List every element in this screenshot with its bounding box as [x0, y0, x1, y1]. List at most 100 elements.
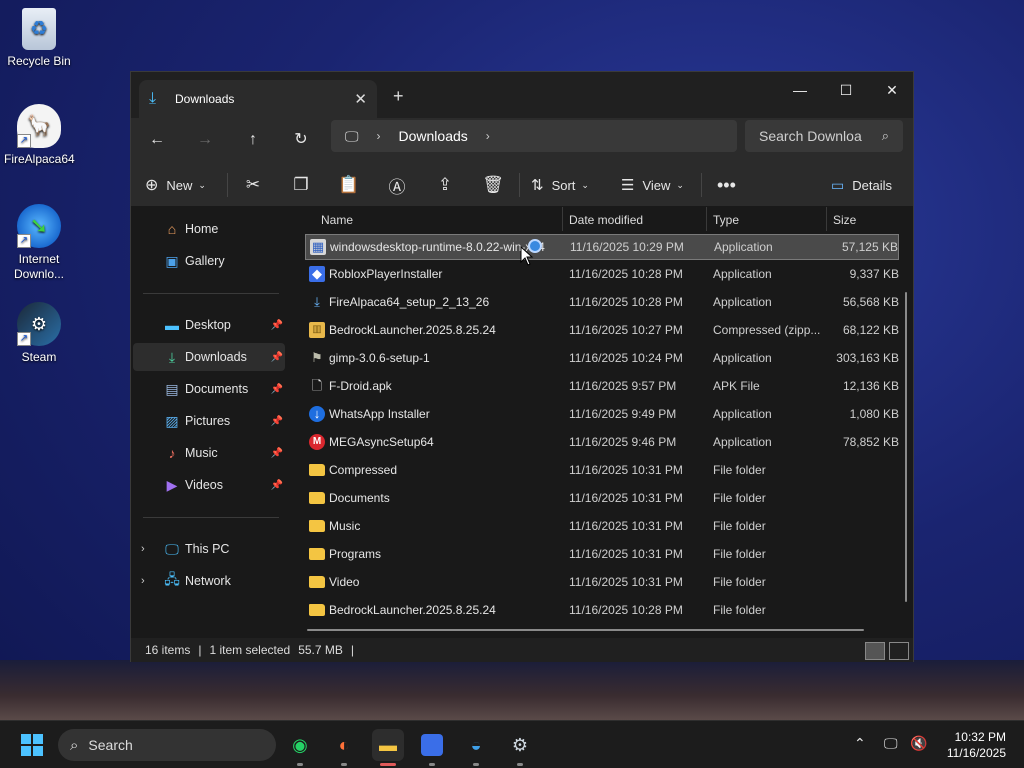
file-row[interactable]: 🗋 F-Droid.apk 11/16/2025 9:57 PM APK Fil… — [305, 374, 899, 400]
sort-button[interactable]: ⇅ Sort ⌄ — [531, 171, 589, 199]
column-header-type[interactable]: Type — [713, 213, 739, 227]
address-bar[interactable]: 🖵 › Downloads › — [331, 120, 737, 152]
whatsapp-installer-icon: ↓ — [309, 406, 325, 422]
paste-button[interactable]: 📋 — [333, 171, 365, 199]
taskbar-whatsapp[interactable]: ◉ — [284, 729, 316, 766]
show-hidden-icons-button[interactable]: ⌃ — [854, 735, 866, 752]
chevron-right-icon[interactable]: › — [486, 129, 490, 143]
file-row[interactable]: Documents 11/16/2025 10:31 PM File folde… — [305, 486, 899, 512]
file-row[interactable]: ▦ windowsdesktop-runtime-8.0.22-win-x64 … — [305, 234, 899, 260]
folder-icon — [309, 464, 325, 476]
taskbar-steam[interactable]: ⚙ — [504, 729, 536, 766]
navigation-pane: ⌂ Home ▣ Gallery ▬ Desktop 📌 ⤓ Downloads… — [131, 207, 289, 640]
vertical-scrollbar[interactable] — [905, 292, 907, 602]
more-options-button[interactable]: ••• — [717, 171, 736, 199]
horizontal-scrollbar[interactable] — [307, 629, 864, 631]
column-header-name[interactable]: Name — [321, 213, 353, 227]
videos-folder-icon: ▶ — [166, 476, 178, 493]
details-view-toggle[interactable] — [865, 642, 885, 660]
sidebar-item-this-pc[interactable]: › 🖵 This PC — [133, 535, 285, 563]
column-header-size[interactable]: Size — [833, 213, 856, 227]
column-header-date[interactable]: Date modified — [569, 213, 643, 227]
maximize-button[interactable]: ☐ — [823, 76, 869, 104]
file-row[interactable]: ⤓ FireAlpaca64_setup_2_13_26 11/16/2025 … — [305, 290, 899, 316]
forward-button[interactable]: → — [189, 126, 221, 154]
chevron-right-icon[interactable]: › — [141, 543, 145, 555]
details-pane-icon: ▭ — [831, 176, 845, 193]
sidebar-item-videos[interactable]: ▶ Videos 📌 — [133, 471, 285, 499]
taskbar-roblox[interactable] — [416, 729, 448, 766]
file-row[interactable]: Programs 11/16/2025 10:31 PM File folder — [305, 542, 899, 568]
selection-size: 55.7 MB — [298, 643, 343, 657]
file-row[interactable]: Compressed 11/16/2025 10:31 PM File fold… — [305, 458, 899, 484]
sidebar-item-pictures[interactable]: ▨ Pictures 📌 — [133, 407, 285, 435]
file-row[interactable]: ▥ BedrockLauncher.2025.8.25.24 11/16/202… — [305, 318, 899, 344]
share-button[interactable]: ⇪ — [429, 171, 461, 199]
network-status-icon[interactable]: 🖵 — [884, 735, 898, 752]
sort-icon: ⇅ — [531, 177, 544, 194]
sidebar-divider — [143, 517, 279, 518]
zip-folder-icon: ▥ — [309, 322, 325, 338]
file-row[interactable]: ↓ WhatsApp Installer 11/16/2025 9:49 PM … — [305, 402, 899, 428]
file-row[interactable]: ◆ RobloxPlayerInstaller 11/16/2025 10:28… — [305, 262, 899, 288]
view-button[interactable]: ☰ View ⌄ — [621, 171, 684, 199]
column-divider[interactable] — [562, 207, 563, 231]
internet-download-manager-icon: ➘ ↗ — [17, 204, 61, 248]
delete-button[interactable]: 🗑 — [477, 171, 509, 199]
details-button[interactable]: ▭ Details — [831, 171, 892, 199]
close-window-button[interactable]: ✕ — [869, 76, 915, 104]
desktop-icon-internet-download-manager[interactable]: ➘ ↗ Internet Downlo... — [4, 204, 74, 282]
copy-button[interactable]: ❐ — [285, 171, 317, 199]
breadcrumb-downloads[interactable]: Downloads — [399, 128, 468, 144]
folder-icon — [309, 492, 325, 504]
sidebar-item-desktop[interactable]: ▬ Desktop 📌 — [133, 311, 285, 339]
clipboard-icon: 📋 — [338, 175, 360, 194]
rename-button[interactable]: Ⓐ — [381, 171, 413, 199]
search-icon: ⌕ — [70, 736, 79, 754]
chevron-right-icon[interactable]: › — [141, 575, 145, 587]
volume-muted-icon[interactable]: 🔇 — [910, 735, 927, 752]
new-button[interactable]: ⊕ New ⌄ — [145, 171, 206, 199]
file-row[interactable]: BedrockLauncher.2025.8.25.24 11/16/2025 … — [305, 598, 899, 624]
refresh-button[interactable]: ↻ — [285, 126, 317, 154]
search-input[interactable]: Search Downloa ⌕ — [745, 120, 903, 152]
copy-icon: ❐ — [293, 175, 309, 194]
column-header-row: Name Date modified Type Size — [291, 207, 911, 233]
file-row[interactable]: Music 11/16/2025 10:31 PM File folder — [305, 514, 899, 540]
close-tab-icon[interactable]: ✕ — [354, 90, 367, 108]
taskbar-firefox[interactable]: ◐ — [328, 729, 360, 766]
back-button[interactable]: ← — [141, 126, 173, 154]
column-divider[interactable] — [826, 207, 827, 231]
desktop-icon-recycle-bin[interactable]: ♻ Recycle Bin — [4, 8, 74, 69]
sidebar-item-documents[interactable]: ▤ Documents 📌 — [133, 375, 285, 403]
column-divider[interactable] — [706, 207, 707, 231]
sidebar-item-gallery[interactable]: ▣ Gallery — [133, 247, 285, 275]
start-button[interactable] — [16, 729, 48, 761]
pin-icon: 📌 — [270, 479, 283, 491]
tiles-view-toggle[interactable] — [889, 642, 909, 660]
sidebar-item-network[interactable]: › 🖧 Network — [133, 567, 285, 595]
folder-icon — [309, 576, 325, 588]
sidebar-item-downloads[interactable]: ⤓ Downloads 📌 — [133, 343, 285, 371]
installer-icon: ▦ — [310, 239, 326, 255]
taskbar-file-explorer[interactable]: ▬ — [372, 729, 404, 766]
file-row[interactable]: ⚑ gimp-3.0.6-setup-1 11/16/2025 10:24 PM… — [305, 346, 899, 372]
toolbar-divider — [701, 173, 702, 197]
tab-downloads[interactable]: ⤓ Downloads ✕ — [139, 80, 377, 118]
sidebar-item-music[interactable]: ♪ Music 📌 — [133, 439, 285, 467]
gimp-icon: ⚑ — [311, 350, 323, 365]
desktop-icon-firealpaca[interactable]: 🦙 ↗ FireAlpaca64 — [4, 104, 75, 167]
sidebar-item-home[interactable]: ⌂ Home — [133, 215, 285, 243]
file-row[interactable]: M MEGAsyncSetup64 11/16/2025 9:46 PM App… — [305, 430, 899, 456]
new-tab-button[interactable]: + — [393, 86, 404, 107]
cut-button[interactable]: ✂ — [237, 171, 269, 199]
system-clock[interactable]: 10:32 PM 11/16/2025 — [947, 729, 1006, 761]
desktop-icon-steam[interactable]: ⚙ ↗ Steam — [4, 302, 74, 365]
up-button[interactable]: ↑ — [237, 126, 269, 154]
taskbar-search[interactable]: ⌕ Search — [58, 729, 276, 761]
folder-icon — [309, 604, 325, 616]
file-row[interactable]: Video 11/16/2025 10:31 PM File folder — [305, 570, 899, 596]
taskbar-edge[interactable]: ◒ — [460, 729, 492, 766]
minimize-button[interactable]: — — [777, 76, 823, 104]
roblox-icon: ◆ — [309, 266, 325, 282]
